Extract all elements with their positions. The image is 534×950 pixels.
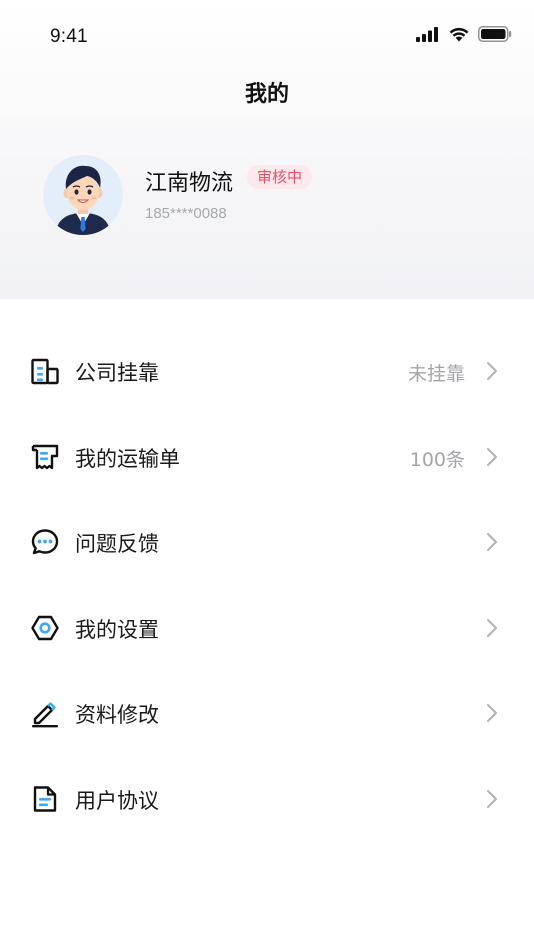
chevron-right-icon [487, 618, 497, 637]
chevron-right-icon [487, 533, 497, 551]
menu-item-label: 公司挂靠 [75, 361, 159, 385]
menu-item-label: 资料修改 [75, 703, 159, 727]
receipt-icon [31, 444, 59, 469]
chevron-right-icon [487, 789, 497, 808]
chevron-right-icon [487, 447, 497, 466]
document-icon [33, 785, 57, 812]
profile-phone: 185****0088 [145, 205, 227, 222]
menu-item-company-affiliation[interactable]: 公司挂靠 未挂靠 [0, 328, 534, 414]
building-icon [31, 358, 59, 385]
menu-item-settings[interactable]: 我的设置 [0, 585, 534, 671]
battery-icon [478, 26, 512, 42]
profile-screen: 9:41 我的 江南物流 审核中 185****0088 公司挂靠 未挂靠 我的… [0, 0, 534, 950]
menu-item-feedback[interactable]: 问题反馈 [0, 499, 534, 585]
profile-name: 江南物流 [145, 171, 234, 196]
menu-item-user-agreement[interactable]: 用户协议 [0, 756, 534, 842]
menu-item-label: 用户协议 [75, 788, 159, 813]
menu-item-label: 问题反馈 [75, 532, 159, 556]
status-icons [416, 24, 512, 44]
page-title: 我的 [244, 82, 289, 107]
chevron-right-icon [487, 704, 497, 722]
hexagon-settings-icon [31, 615, 59, 640]
avatar-illustration-icon [43, 155, 123, 235]
edit-pen-icon [32, 702, 58, 728]
menu-item-edit-profile[interactable]: 资料修改 [0, 670, 534, 756]
menu-item-label: 我的运输单 [75, 446, 180, 471]
menu-item-value: 未挂靠 [407, 363, 465, 385]
chat-bubble-icon [31, 529, 59, 555]
status-badge: 审核中 [247, 165, 313, 189]
avatar[interactable] [43, 155, 123, 235]
chevron-right-icon [487, 362, 497, 380]
menu-item-value: 100条 [409, 448, 465, 471]
menu-item-label: 我的设置 [75, 617, 159, 642]
menu-list: 公司挂靠 未挂靠 我的运输单 100条 问题反馈 我的设置 资料修改 用户协议 [0, 328, 534, 841]
cellular-signal-icon [416, 27, 438, 42]
status-time: 9:41 [50, 26, 88, 47]
wifi-icon [449, 27, 469, 42]
status-bar: 9:41 [0, 0, 534, 60]
menu-item-transport-orders[interactable]: 我的运输单 100条 [0, 414, 534, 500]
